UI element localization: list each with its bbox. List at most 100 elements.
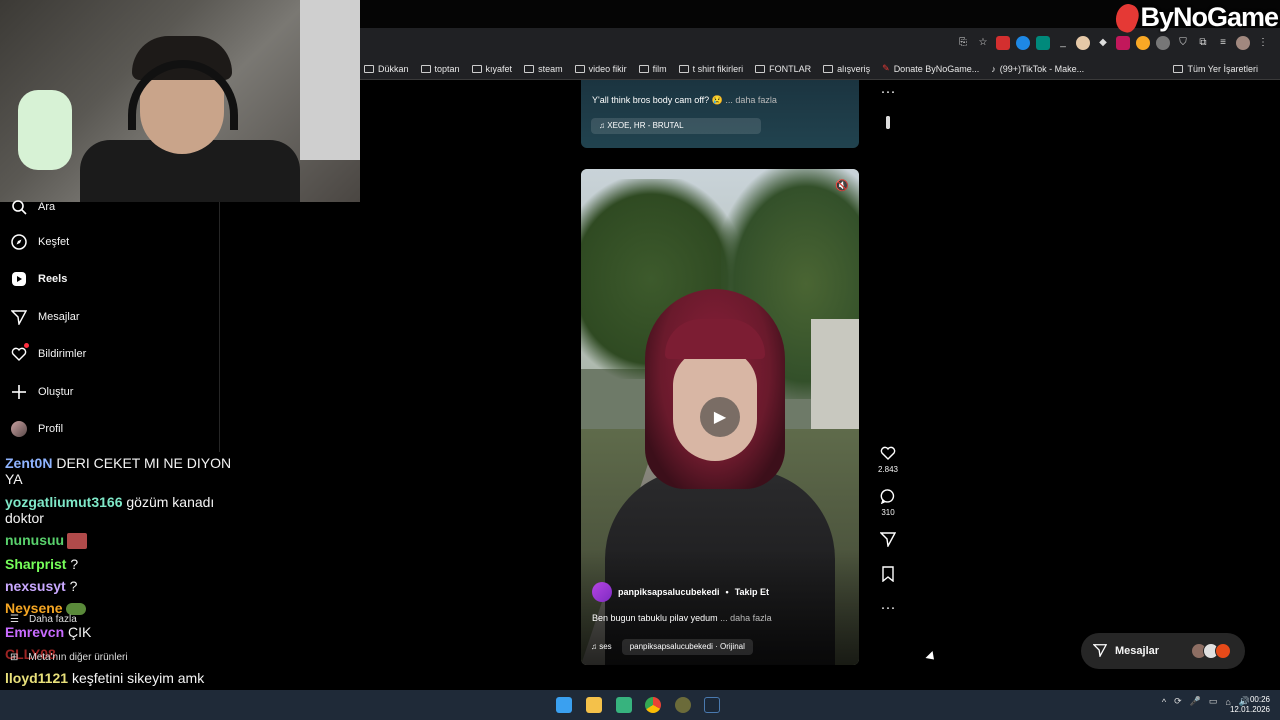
bookmark-label: toptan bbox=[434, 63, 460, 74]
bookmark-donate[interactable]: ✎ Donate ByNoGame... bbox=[882, 63, 979, 74]
sidebar-item-search[interactable]: Ara bbox=[10, 198, 55, 216]
bookmark-tiktok[interactable]: ♪ (99+)TikTok - Make... bbox=[991, 64, 1084, 74]
clock-time: 00:26 bbox=[1249, 695, 1270, 704]
sidebar-item-create[interactable]: Oluştur bbox=[10, 383, 73, 401]
folder-icon bbox=[755, 64, 766, 73]
bookmark-fontlar[interactable]: FONTLAR bbox=[755, 64, 811, 74]
tiktok-icon: ♪ bbox=[991, 63, 996, 74]
author-username[interactable]: panpiksapsalucubekedi bbox=[618, 587, 720, 597]
like-button[interactable]: 2.843 bbox=[875, 445, 901, 474]
bookmark-tshirt[interactable]: t shirt fikirleri bbox=[678, 64, 743, 74]
hamburger-icon: ☰ bbox=[10, 614, 19, 625]
bookmark-alisveris[interactable]: alışveriş bbox=[823, 64, 870, 74]
previous-reel-more-button[interactable]: ··· bbox=[875, 84, 901, 100]
search-icon bbox=[10, 198, 28, 216]
comment-button[interactable]: 310 bbox=[875, 488, 901, 517]
folder-icon bbox=[638, 64, 649, 73]
more-link[interactable]: ... daha fazla bbox=[720, 613, 772, 623]
mic-icon[interactable]: 🎤 bbox=[1190, 696, 1201, 707]
share-button[interactable] bbox=[875, 531, 901, 551]
previous-reel-audio-thumb[interactable] bbox=[875, 116, 901, 129]
chat-message: nexsusyt ? bbox=[5, 578, 250, 594]
music-sound-link[interactable]: ♫ ses bbox=[591, 639, 612, 655]
profile-icon[interactable] bbox=[1236, 36, 1250, 50]
logo-text: ByNoGame bbox=[1140, 2, 1279, 32]
caption-text: Ben bugun tabuklu pilav yedum bbox=[592, 613, 718, 623]
chat-message: lloyd1121 keşfetini sikeyim amk bbox=[5, 670, 250, 686]
extension-yellow-icon[interactable] bbox=[1136, 36, 1150, 50]
cast-icon[interactable]: ⎘ bbox=[956, 36, 970, 50]
reel-music: ♫ ses panpiksapsalucubekedi · Orijinal bbox=[591, 639, 801, 655]
all-bookmarks[interactable]: Tüm Yer İşaretleri bbox=[1173, 64, 1258, 74]
sidebar-item-label: Keşfet bbox=[38, 236, 70, 248]
reel-author: panpiksapsalucubekedi • Takip Et bbox=[592, 582, 769, 602]
chat-text: ? bbox=[70, 556, 79, 572]
sidebar-item-explore[interactable]: Keşfet bbox=[10, 233, 69, 251]
extension-diamond-icon[interactable]: ◆ bbox=[1096, 36, 1110, 50]
display-icon[interactable]: ▭ bbox=[1209, 696, 1218, 707]
original-audio-link[interactable]: panpiksapsalucubekedi · Orijinal bbox=[621, 639, 753, 655]
media-icon[interactable]: ≡ bbox=[1216, 36, 1230, 50]
extension-line-icon[interactable]: _ bbox=[1056, 36, 1070, 50]
steam-icon[interactable] bbox=[704, 697, 720, 713]
chevron-up-icon[interactable]: ^ bbox=[1162, 697, 1166, 707]
shield-icon[interactable]: ⛉ bbox=[1176, 36, 1190, 50]
bookmark-film[interactable]: film bbox=[638, 64, 667, 74]
bookmark-dukkan[interactable]: Dükkan bbox=[364, 64, 409, 74]
more-options-button[interactable]: ··· bbox=[875, 600, 901, 616]
reel-video[interactable]: 🔇 ▶ panpiksapsalucubekedi • Takip Et Ben… bbox=[581, 169, 859, 665]
extension-teal-icon[interactable] bbox=[1036, 36, 1050, 50]
sidebar-item-reels[interactable]: Reels bbox=[10, 270, 67, 288]
play-button[interactable]: ▶ bbox=[700, 397, 740, 437]
sidebar-more-button[interactable]: ☰ Daha fazla bbox=[10, 614, 77, 625]
puzzle-icon[interactable]: ⧉ bbox=[1196, 36, 1210, 50]
chat-message: yozgatliumut3166 gözüm kanadı doktor bbox=[5, 494, 250, 526]
previous-reel-music[interactable]: ♫ XEOE, HR - BRUTAL bbox=[591, 118, 761, 134]
bookmark-toptan[interactable]: toptan bbox=[420, 63, 460, 74]
clock[interactable]: 00:26 12.01.2026 bbox=[1230, 695, 1270, 715]
save-button[interactable] bbox=[875, 566, 901, 586]
chat-message: Emrevcn ÇIK bbox=[5, 624, 250, 640]
chrome-icon[interactable] bbox=[645, 697, 661, 713]
bookmark-label: FONTLAR bbox=[769, 63, 812, 74]
chat-text: keşfetini sikeyim amk bbox=[71, 670, 205, 686]
bookmark-kiyafet[interactable]: kıyafet bbox=[471, 64, 512, 74]
extension-egg-icon[interactable] bbox=[1076, 36, 1090, 50]
star-icon[interactable]: ☆ bbox=[976, 36, 990, 50]
notification-dot bbox=[24, 343, 29, 348]
sidebar-item-profile[interactable]: Profil bbox=[10, 420, 63, 438]
bynogame-favicon: ✎ bbox=[882, 63, 890, 73]
file-explorer-icon[interactable] bbox=[586, 697, 602, 713]
follow-button[interactable]: Takip Et bbox=[735, 587, 769, 597]
messages-button[interactable]: Mesajlar bbox=[1081, 633, 1245, 669]
author-avatar[interactable] bbox=[592, 582, 612, 602]
extension-abp-icon[interactable] bbox=[996, 36, 1010, 50]
webcam-overlay bbox=[0, 0, 360, 202]
start-icon[interactable] bbox=[556, 697, 572, 713]
all-bookmarks-label: Tüm Yer İşaretleri bbox=[1187, 63, 1258, 74]
chat-message: Zent0N DERI CEKET MI NE DIYON YA bbox=[5, 455, 250, 487]
bookmark-video-fikir[interactable]: video fikir bbox=[574, 64, 627, 74]
sidebar-item-messages[interactable]: Mesajlar bbox=[10, 308, 80, 326]
more-link[interactable]: ... daha fazla bbox=[725, 95, 777, 105]
sidebar-meta-button[interactable]: ⊞ Meta'nın diğer ürünleri bbox=[10, 652, 128, 663]
bookmark-label: steam bbox=[538, 63, 563, 74]
volume-mute-icon[interactable]: 🔇 bbox=[835, 179, 849, 192]
reel-caption: Ben bugun tabuklu pilav yedum ... daha f… bbox=[592, 613, 772, 623]
extension-blue-icon[interactable] bbox=[1016, 36, 1030, 50]
app-green-icon[interactable] bbox=[616, 697, 632, 713]
previous-reel[interactable]: Y'all think bros body cam off? 😢 ... dah… bbox=[581, 80, 859, 148]
send-icon bbox=[875, 531, 901, 551]
app-round-icon[interactable] bbox=[675, 697, 691, 713]
sidebar-item-notifications[interactable]: Bildirimler bbox=[10, 343, 86, 363]
chat-username: lloyd1121 bbox=[5, 670, 69, 686]
send-icon bbox=[10, 308, 28, 326]
chat-username: Zent0N bbox=[5, 455, 53, 471]
sync-icon[interactable]: ⟳ bbox=[1174, 696, 1182, 707]
bookmark-steam[interactable]: steam bbox=[524, 64, 563, 74]
extension-grey-icon[interactable] bbox=[1156, 36, 1170, 50]
bynogame-logo-mark bbox=[1112, 0, 1143, 35]
menu-dots-icon[interactable]: ⋮ bbox=[1256, 36, 1270, 50]
video-person-bangs bbox=[665, 319, 765, 359]
extension-pink-icon[interactable] bbox=[1116, 36, 1130, 50]
